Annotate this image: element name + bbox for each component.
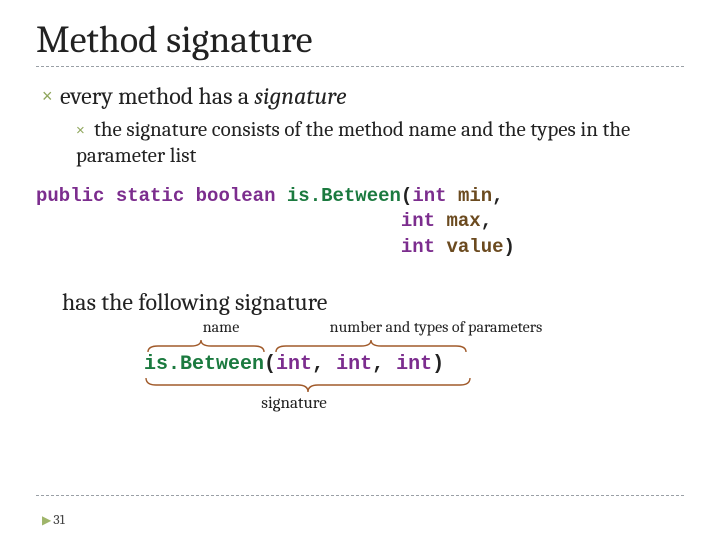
code-param: value xyxy=(446,236,503,258)
sig-method: is.Between xyxy=(144,353,264,376)
footer-divider xyxy=(36,495,684,496)
sig-type: int xyxy=(336,353,372,376)
annotation-params-label: number and types of parameters xyxy=(306,318,566,336)
bullet2-text: the signature consists of the method nam… xyxy=(76,118,630,168)
title-divider xyxy=(36,66,684,67)
bullet-level1: ×every method has a signature xyxy=(42,81,684,111)
sig-comma: , xyxy=(312,353,336,376)
bullet-marker-icon: × xyxy=(42,85,60,108)
slide-title: Method signature xyxy=(36,18,684,62)
bullet1-text-em: signature xyxy=(254,82,346,110)
signature-under-label: signature xyxy=(144,394,444,413)
annotation-labels-row: name number and types of parameters xyxy=(126,318,684,336)
sig-close: ) xyxy=(432,353,444,376)
sig-type: int xyxy=(276,353,312,376)
code-keyword: boolean xyxy=(196,185,276,207)
code-indent xyxy=(36,210,401,232)
bottom-brace-icon xyxy=(140,376,480,396)
page-arrow-icon: ▶ xyxy=(42,513,51,527)
sub-heading: has the following signature xyxy=(62,288,684,316)
signature-line: is.Between(int, int, int) xyxy=(144,354,684,376)
code-indent xyxy=(36,236,401,258)
code-keyword: public xyxy=(36,185,104,207)
code-punct: , xyxy=(492,185,503,207)
code-punct: ) xyxy=(504,236,515,258)
code-param: max xyxy=(446,210,480,232)
code-type: int xyxy=(401,210,435,232)
annotation-name-label: name xyxy=(156,318,286,336)
code-punct: , xyxy=(481,210,492,232)
code-keyword: static xyxy=(116,185,184,207)
code-type: int xyxy=(412,185,446,207)
code-type: int xyxy=(401,236,435,258)
sig-comma: , xyxy=(372,353,396,376)
code-method: is.Between xyxy=(287,185,401,207)
page-number: ▶31 xyxy=(42,511,65,528)
top-braces-icon xyxy=(136,336,576,354)
code-param: min xyxy=(458,185,492,207)
sig-type: int xyxy=(396,353,432,376)
bullet1-text-pre: every method has a xyxy=(60,82,254,110)
page-number-value: 31 xyxy=(53,511,65,528)
bullet-marker-icon: × xyxy=(76,122,94,141)
code-block: public static boolean is.Between(int min… xyxy=(36,184,684,261)
sig-open: ( xyxy=(264,353,276,376)
bullet-level2: ×the signature consists of the method na… xyxy=(76,117,684,170)
